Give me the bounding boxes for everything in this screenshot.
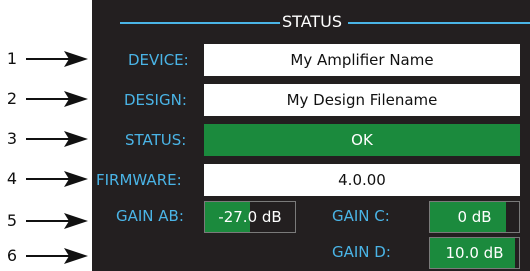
firmware-field: 4.0.00	[204, 164, 520, 196]
callout-number-6: 6	[6, 246, 18, 265]
callout-number-2: 2	[6, 89, 18, 108]
gain-c-label: GAIN C:	[332, 207, 390, 225]
gain-c-value: 0 dB	[457, 208, 492, 226]
status-ok-indicator: OK	[204, 124, 520, 156]
callout-number-3: 3	[6, 129, 18, 148]
gain-d-meter: 10.0 dB	[429, 237, 520, 269]
device-label: DEVICE:	[128, 51, 189, 69]
gain-c-meter: 0 dB	[429, 201, 520, 233]
arrow-right-icon	[26, 91, 88, 107]
callout-number-4: 4	[6, 169, 18, 188]
device-field: My Amplifier Name	[204, 44, 520, 76]
gain-d-value: 10.0 dB	[445, 244, 504, 262]
panel-title: STATUS	[282, 12, 343, 31]
callout-number-1: 1	[6, 49, 18, 68]
status-label: STATUS:	[125, 131, 187, 149]
arrow-right-icon	[26, 213, 88, 229]
gain-ab-label: GAIN AB:	[116, 207, 184, 225]
arrow-right-icon	[26, 51, 88, 67]
callout-number-5: 5	[6, 211, 18, 230]
title-divider-right	[348, 22, 530, 24]
arrow-right-icon	[26, 248, 88, 264]
gain-d-label: GAIN D:	[332, 243, 391, 261]
arrow-right-icon	[26, 131, 88, 147]
design-label: DESIGN:	[124, 91, 187, 109]
gain-ab-meter: -27.0 dB	[204, 201, 296, 233]
firmware-label: FIRMWARE:	[96, 171, 182, 189]
gain-ab-value: -27.0 dB	[218, 208, 282, 226]
title-divider-left	[120, 22, 280, 24]
arrow-right-icon	[26, 171, 88, 187]
design-field: My Design Filename	[204, 84, 520, 116]
